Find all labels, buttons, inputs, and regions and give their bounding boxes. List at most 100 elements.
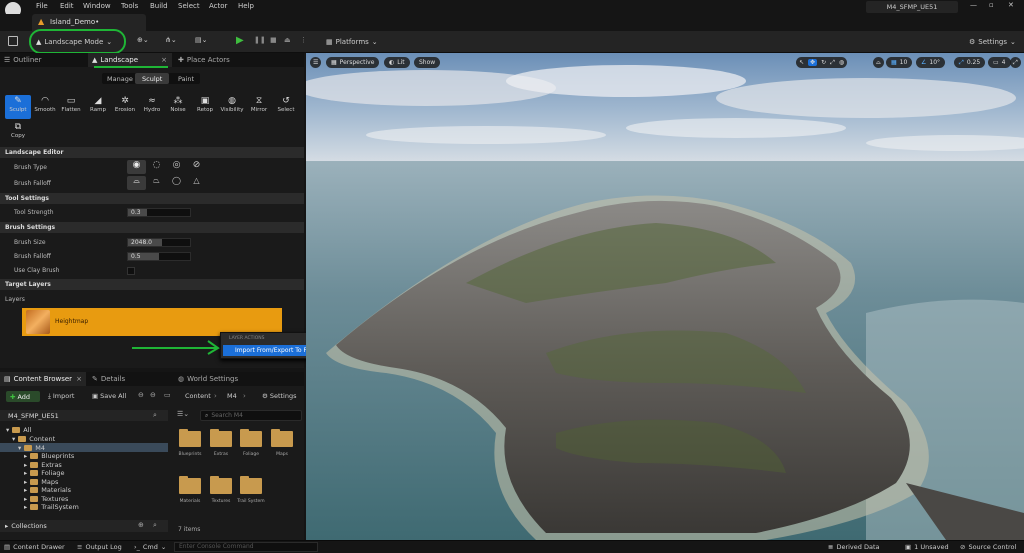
mode-tab-manage[interactable]: Manage	[107, 75, 133, 83]
tree-trailsystem[interactable]: ▸ TrailSystem	[24, 503, 79, 511]
lit-button[interactable]: ◐ Lit	[384, 57, 410, 68]
search-icon[interactable]: ⌕	[153, 411, 157, 420]
tree-textures[interactable]: ▸ Textures	[24, 495, 68, 503]
blueprint-icon[interactable]: ⋔⌄	[165, 36, 177, 44]
save-icon[interactable]	[8, 36, 18, 46]
rotation-snap-button[interactable]: ∠ 10°	[916, 57, 946, 68]
circle-brush-icon[interactable]: ◉	[127, 160, 146, 174]
tree-all[interactable]: ▾ All	[6, 426, 31, 434]
minimize-icon[interactable]: —	[970, 1, 977, 9]
maximize-viewport-button[interactable]: ⤢	[1010, 57, 1021, 68]
cb-settings-button[interactable]: ⚙ Settings	[262, 392, 297, 400]
stop-icon[interactable]: ■	[270, 36, 277, 44]
filter-icon[interactable]: ☰⌄	[177, 410, 189, 418]
tool-noise[interactable]: ⁂ Noise	[165, 95, 191, 119]
platforms-dropdown[interactable]: ▦ Platforms ⌄	[326, 35, 378, 49]
tool-strength-field[interactable]: 0.3	[127, 208, 191, 217]
close-icon[interactable]: ✕	[1008, 1, 1014, 9]
tool-retop[interactable]: ▣ Retop	[192, 95, 218, 119]
tool-select[interactable]: ↺ Select	[273, 95, 299, 119]
section-target-layers[interactable]: Target Layers	[0, 279, 304, 290]
tab-details[interactable]: ✎ Details	[88, 372, 168, 386]
section-landscape-editor[interactable]: Landscape Editor	[0, 147, 304, 158]
menu-window[interactable]: Window	[83, 2, 111, 10]
eject-icon[interactable]: ⏏	[284, 36, 291, 44]
tab-content-browser[interactable]: ▤ Content Browser ×	[0, 372, 86, 386]
search-input[interactable]: ⌕ Search M4	[200, 410, 302, 421]
tool-erosion[interactable]: ✲ Erosion	[112, 95, 138, 119]
mode-tab-paint[interactable]: Paint	[178, 75, 194, 83]
tool-hydro[interactable]: ≈ Hydro	[139, 95, 165, 119]
derived-data-button[interactable]: ≣ Derived Data	[828, 543, 880, 551]
breadcrumb-m4[interactable]: M4	[227, 392, 237, 400]
brush-falloff-field[interactable]: 0.5	[127, 252, 191, 261]
tree-foliage[interactable]: ▸ Foliage	[24, 469, 64, 477]
alpha-brush-icon[interactable]: ◌	[147, 160, 166, 174]
tool-visibility[interactable]: ◍ Visibility	[219, 95, 245, 119]
translate-icon[interactable]: ✥	[808, 59, 818, 66]
asset-folder[interactable]	[210, 429, 232, 447]
content-drawer-button[interactable]: ▤ Content Drawer	[4, 543, 65, 551]
console-input[interactable]: Enter Console Command	[174, 542, 318, 552]
section-tool-settings[interactable]: Tool Settings	[0, 193, 304, 204]
menu-edit[interactable]: Edit	[60, 2, 74, 10]
menu-build[interactable]: Build	[150, 2, 168, 10]
search-collections-icon[interactable]: ⌕	[153, 521, 157, 530]
tool-mirror[interactable]: ⧖ Mirror	[246, 95, 272, 119]
breadcrumb-content[interactable]: Content	[185, 392, 211, 400]
scale-icon[interactable]: ⤢	[830, 59, 835, 67]
tab-landscape[interactable]: ▲ Landscape ×	[88, 53, 172, 67]
tree-content[interactable]: ▾ Content	[12, 435, 55, 443]
folder-nav-icon[interactable]: ▭	[164, 391, 171, 399]
tip-falloff-icon[interactable]: △	[187, 176, 206, 190]
use-clay-checkbox[interactable]	[127, 267, 135, 275]
add-actor-icon[interactable]: ⊕⌄	[137, 36, 149, 44]
add-collection-icon[interactable]: ⊕	[138, 521, 144, 529]
tree-materials[interactable]: ▸ Materials	[24, 486, 71, 494]
tool-flatten[interactable]: ▭ Flatten	[58, 95, 84, 119]
component-brush-icon[interactable]: ⊘	[187, 160, 206, 174]
tool-ramp[interactable]: ◢ Ramp	[85, 95, 111, 119]
scale-snap-button[interactable]: ⤢ 0.25	[954, 57, 986, 68]
tool-sculpt[interactable]: ✎ Sculpt	[5, 95, 31, 119]
tree-maps[interactable]: ▸ Maps	[24, 478, 58, 486]
tree-blueprints[interactable]: ▸ Blueprints	[24, 452, 74, 460]
section-brush-settings[interactable]: Brush Settings	[0, 222, 304, 233]
tab-place-actors[interactable]: ✚ Place Actors	[174, 53, 274, 67]
source-control-button[interactable]: ⊘ Source Control	[960, 543, 1016, 551]
menu-tools[interactable]: Tools	[121, 2, 138, 10]
history-forward-icon[interactable]: ⊖	[150, 391, 156, 399]
tab-world-settings[interactable]: ◍ World Settings	[174, 372, 284, 386]
select-mode-icon[interactable]: ↖	[799, 59, 804, 66]
perspective-button[interactable]: ▦ Perspective	[326, 57, 380, 68]
asset-folder[interactable]	[210, 476, 232, 494]
pattern-brush-icon[interactable]: ◎	[167, 160, 186, 174]
rotate-icon[interactable]: ↻	[821, 59, 826, 66]
close-tab-icon[interactable]: ×	[161, 56, 167, 64]
output-log-button[interactable]: ≡ Output Log	[77, 543, 122, 551]
world-local-icon[interactable]: ◍	[839, 59, 844, 66]
smooth-falloff-icon[interactable]: ⌓	[127, 176, 146, 190]
tab-outliner[interactable]: ☰ Outliner	[0, 53, 86, 67]
settings-dropdown[interactable]: ⚙ Settings ⌄	[969, 35, 1016, 49]
tool-copy[interactable]: ⧉ Copy	[5, 121, 31, 145]
show-button[interactable]: Show	[414, 57, 441, 68]
cmd-dropdown[interactable]: ›_ Cmd ⌄	[134, 543, 166, 551]
pause-icon[interactable]: ❚❚	[254, 36, 266, 44]
import-button[interactable]: ⤓ Import	[48, 392, 74, 401]
close-tab-icon[interactable]: ×	[76, 375, 82, 383]
spherical-falloff-icon[interactable]: ◯	[167, 176, 186, 190]
cinematics-icon[interactable]: ▤⌄	[195, 36, 207, 44]
brush-size-field[interactable]: 2048.0	[127, 238, 191, 247]
maximize-icon[interactable]: ▫	[989, 1, 994, 9]
add-button[interactable]: ✚ Add	[6, 391, 40, 402]
asset-folder[interactable]	[179, 429, 201, 447]
asset-folder[interactable]	[240, 476, 262, 494]
linear-falloff-icon[interactable]: ⏢	[147, 176, 166, 190]
tool-smooth[interactable]: ◠ Smooth	[32, 95, 58, 119]
menu-file[interactable]: File	[36, 2, 48, 10]
history-back-icon[interactable]: ⊖	[138, 391, 144, 399]
play-icon[interactable]: ▶	[236, 35, 244, 46]
tree-m4[interactable]: ▾ M4	[0, 443, 168, 452]
save-all-button[interactable]: ▣ Save All	[92, 392, 126, 400]
